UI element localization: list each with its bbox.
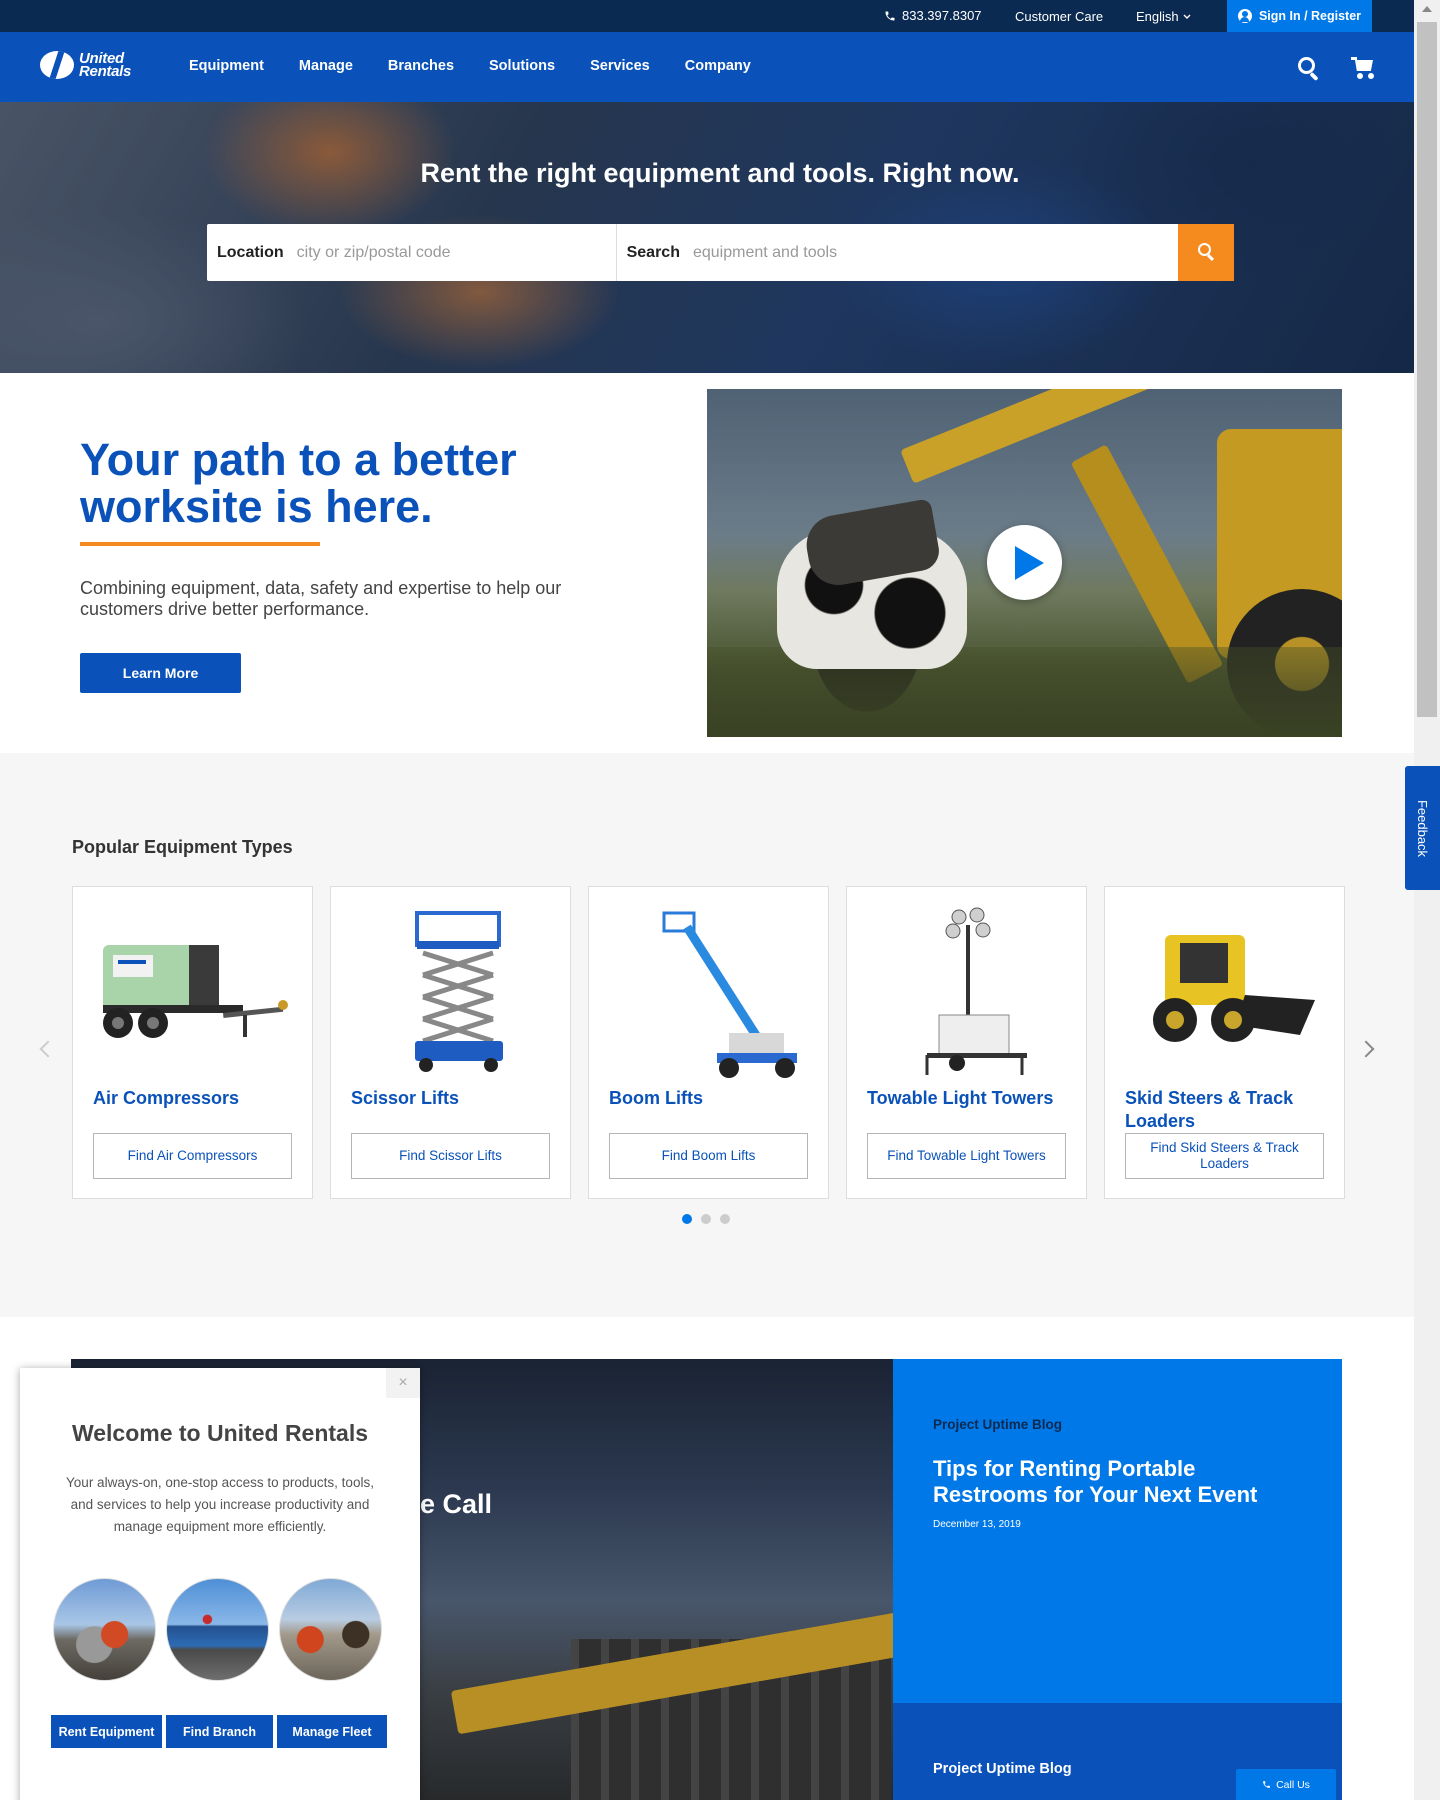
- nav-item-solutions[interactable]: Solutions: [489, 58, 555, 74]
- location-label: Location: [217, 243, 284, 261]
- find-skid-steers-button[interactable]: Find Skid Steers & Track Loaders: [1125, 1133, 1324, 1179]
- nav-item-services[interactable]: Services: [590, 58, 650, 74]
- location-field: Location: [207, 224, 617, 281]
- play-icon: [1015, 546, 1044, 580]
- find-scissor-lifts-button[interactable]: Find Scissor Lifts: [351, 1133, 550, 1179]
- carousel-dot-2[interactable]: [701, 1214, 711, 1224]
- logo-text: United Rentals: [79, 51, 132, 80]
- find-boom-lifts-button[interactable]: Find Boom Lifts: [609, 1133, 808, 1179]
- find-air-compressors-button[interactable]: Find Air Compressors: [93, 1133, 292, 1179]
- scissor-lift-image: [351, 905, 551, 1083]
- logo-mark-icon: [40, 51, 74, 79]
- hero-title: Rent the right equipment and tools. Righ…: [420, 158, 1020, 188]
- main-nav: United Rentals Equipment Manage Branches…: [0, 32, 1414, 102]
- search-icon[interactable]: [1297, 56, 1321, 82]
- phone-icon: [1263, 1781, 1270, 1788]
- carousel-pagination: [682, 1214, 730, 1224]
- united-rentals-logo[interactable]: United Rentals: [40, 51, 131, 79]
- equipment-card-skid-steers[interactable]: Skid Steers & Track Loaders Find Skid St…: [1104, 886, 1345, 1199]
- logo-line-2: Rentals: [79, 63, 132, 80]
- skid-steer-image: [1125, 905, 1325, 1083]
- search-input[interactable]: [692, 237, 1153, 268]
- phone-link[interactable]: 833.397.8307: [884, 8, 982, 23]
- carousel-next-arrow-icon[interactable]: [1357, 1040, 1375, 1058]
- boom-lift-image: [609, 905, 809, 1083]
- equipment-card-air-compressors[interactable]: Air Compressors Find Air Compressors: [72, 886, 313, 1199]
- language-selector[interactable]: English: [1136, 9, 1191, 24]
- card-title: Towable Light Towers: [867, 1088, 1054, 1108]
- manage-fleet-button[interactable]: Manage Fleet: [277, 1715, 387, 1748]
- card-title: Air Compressors: [93, 1088, 240, 1108]
- modal-title: Welcome to United Rentals: [71, 1420, 369, 1446]
- customer-care-link[interactable]: Customer Care: [1015, 9, 1103, 24]
- modal-image-row: [53, 1578, 382, 1681]
- blog-kicker-2: Project Uptime Blog: [933, 1761, 1072, 1777]
- close-icon[interactable]: ×: [386, 1368, 420, 1398]
- modal-text: Your always-on, one-stop access to produ…: [66, 1475, 374, 1534]
- fleet-photo: [279, 1578, 382, 1681]
- play-button[interactable]: [987, 525, 1062, 600]
- chevron-down-icon: [1183, 14, 1191, 19]
- equipment-card-towable-light-towers[interactable]: Towable Light Towers Find Towable Light …: [846, 886, 1087, 1199]
- cart-icon[interactable]: [1351, 56, 1377, 80]
- feedback-label: Feedback: [1415, 799, 1430, 857]
- blog-title[interactable]: Tips for Renting Portable Restrooms for …: [933, 1456, 1303, 1508]
- blog-feature-card[interactable]: Project Uptime Blog Tips for Renting Por…: [893, 1359, 1342, 1703]
- learn-more-button[interactable]: Learn More: [80, 653, 241, 693]
- scrollbar-thumb[interactable]: [1417, 22, 1437, 717]
- utility-bar: 833.397.8307 Customer Care English Sign …: [0, 0, 1414, 32]
- equipment-search-bar: Location Search: [207, 224, 1234, 281]
- equipment-carousel: Air Compressors Find Air Compressors Sci…: [72, 886, 1345, 1199]
- nav-item-branches[interactable]: Branches: [388, 58, 454, 74]
- intro-underline: [80, 542, 320, 546]
- equipment-card-scissor-lifts[interactable]: Scissor Lifts Find Scissor Lifts: [330, 886, 571, 1199]
- call-us-label: Call Us: [1276, 1778, 1310, 1791]
- blog-kicker: Project Uptime Blog: [933, 1417, 1063, 1432]
- call-us-button[interactable]: Call Us: [1236, 1769, 1336, 1800]
- card-title: Scissor Lifts: [351, 1088, 460, 1108]
- find-branch-button[interactable]: Find Branch: [166, 1715, 273, 1748]
- find-towable-light-towers-button[interactable]: Find Towable Light Towers: [867, 1133, 1066, 1179]
- nav-item-manage[interactable]: Manage: [299, 58, 353, 74]
- carousel-dot-1[interactable]: [682, 1214, 692, 1224]
- light-tower-image: [867, 905, 1067, 1083]
- modal-buttons: Rent Equipment Find Branch Manage Fleet: [51, 1715, 387, 1748]
- popular-heading: Popular Equipment Types: [72, 837, 293, 857]
- location-input[interactable]: [296, 237, 597, 268]
- intro-text: Combining equipment, data, safety and ex…: [80, 578, 562, 619]
- intro-title: Your path to a better worksite is here.: [80, 434, 517, 532]
- equipment-card-boom-lifts[interactable]: Boom Lifts Find Boom Lifts: [588, 886, 829, 1199]
- language-label: English: [1136, 9, 1179, 24]
- search-submit-button[interactable]: [1178, 224, 1234, 281]
- nav-item-company[interactable]: Company: [685, 58, 751, 74]
- sign-in-button[interactable]: Sign In / Register: [1227, 0, 1372, 32]
- welcome-modal: × Welcome to United Rentals Your always-…: [20, 1368, 420, 1800]
- intro-video[interactable]: [707, 389, 1342, 737]
- phone-icon: [885, 11, 895, 20]
- sign-in-label: Sign In / Register: [1258, 9, 1362, 23]
- phone-number: 833.397.8307: [902, 8, 982, 23]
- rent-equipment-button[interactable]: Rent Equipment: [51, 1715, 162, 1748]
- carousel-prev-arrow-icon[interactable]: [39, 1040, 57, 1058]
- nav-item-equipment[interactable]: Equipment: [189, 58, 264, 74]
- search-label: Search: [626, 243, 680, 261]
- page-scrollbar[interactable]: [1414, 0, 1440, 1800]
- user-icon: [1237, 9, 1252, 23]
- air-compressor-image: [93, 905, 293, 1083]
- excavator-photo: [53, 1578, 156, 1681]
- feedback-tab[interactable]: Feedback: [1405, 766, 1440, 890]
- card-title: Boom Lifts: [609, 1088, 703, 1108]
- branch-photo: [166, 1578, 269, 1681]
- hero-banner: Rent the right equipment and tools. Righ…: [0, 102, 1414, 373]
- blog-date: December 13, 2019: [933, 1519, 1021, 1530]
- card-title: Skid Steers & Track Loaders: [1125, 1088, 1294, 1131]
- scroll-up-icon[interactable]: [1422, 6, 1432, 12]
- carousel-dot-3[interactable]: [720, 1214, 730, 1224]
- popular-equipment-section: Popular Equipment Types Air Compressors: [0, 753, 1414, 1317]
- nav-menu: Equipment Manage Branches Solutions Serv…: [189, 58, 751, 74]
- search-field: Search: [617, 224, 1178, 281]
